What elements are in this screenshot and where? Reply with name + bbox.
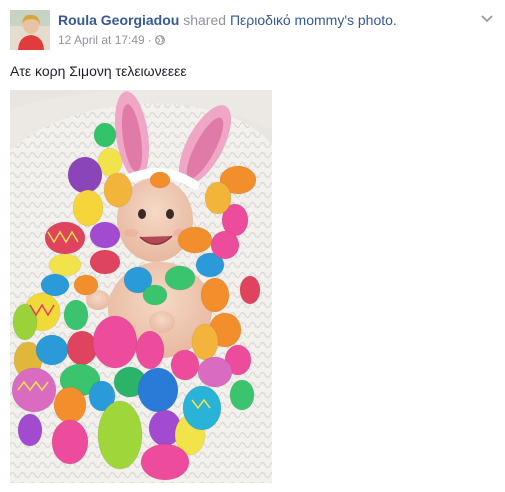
author-line: Roula Georgiadou shared Περιοδικό mommy'… (58, 12, 397, 28)
post-text: Ατε κορη Σιμονη τελειωνεεεε (10, 63, 187, 79)
timestamp-link[interactable]: 12 April at 17:49 (58, 33, 145, 47)
avatar[interactable] (10, 10, 50, 50)
post-header: Roula Georgiadou shared Περιοδικό mommy'… (10, 10, 495, 52)
avatar-image (10, 10, 50, 50)
chevron-down-icon[interactable] (479, 10, 495, 26)
post-photo[interactable] (10, 90, 272, 483)
globe-icon[interactable] (154, 35, 165, 45)
easter-baby-photo (10, 90, 272, 483)
shared-source-link[interactable]: Περιοδικό mommy's photo. (230, 12, 397, 28)
author-name-link[interactable]: Roula Georgiadou (58, 12, 179, 28)
post-meta: 12 April at 17:49 · (58, 33, 165, 47)
meta-separator: · (147, 33, 152, 47)
shared-label: shared (183, 12, 227, 28)
